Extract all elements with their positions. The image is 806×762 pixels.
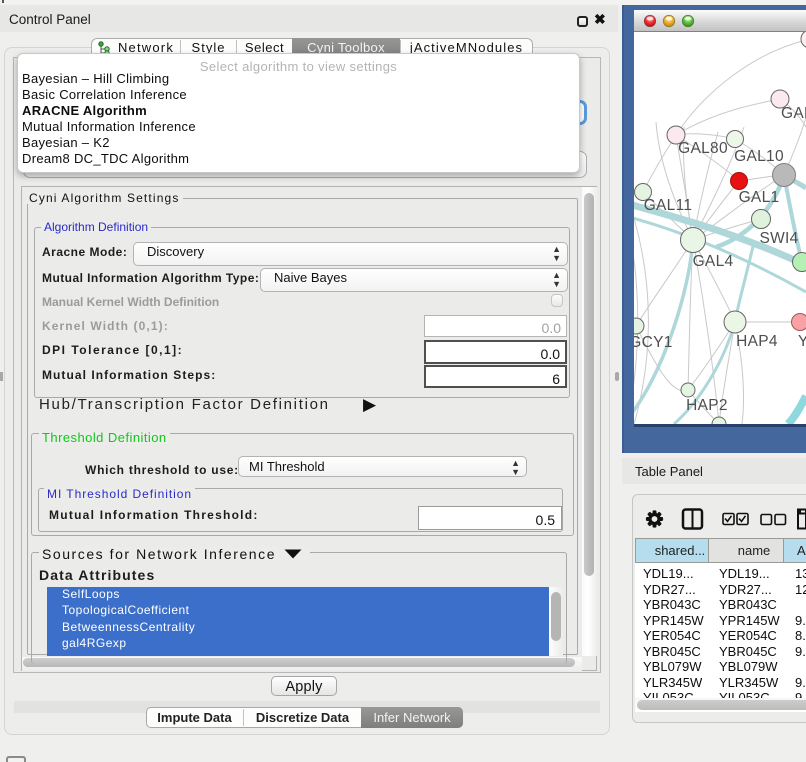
svg-text:GAL1: GAL1	[739, 189, 780, 206]
svg-text:HAP2: HAP2	[686, 397, 728, 414]
svg-text:HAP4: HAP4	[736, 333, 778, 350]
svg-text:SWI4: SWI4	[759, 230, 798, 247]
svg-text:GCY1: GCY1	[634, 334, 673, 351]
svg-text:GAL11: GAL11	[644, 197, 693, 214]
svg-text:GAL7: GAL7	[781, 105, 806, 122]
svg-text:GAL10: GAL10	[734, 148, 784, 165]
svg-text:GAL80: GAL80	[678, 140, 728, 157]
svg-text:GAL4: GAL4	[693, 253, 734, 270]
svg-text:YM: YM	[798, 333, 806, 350]
